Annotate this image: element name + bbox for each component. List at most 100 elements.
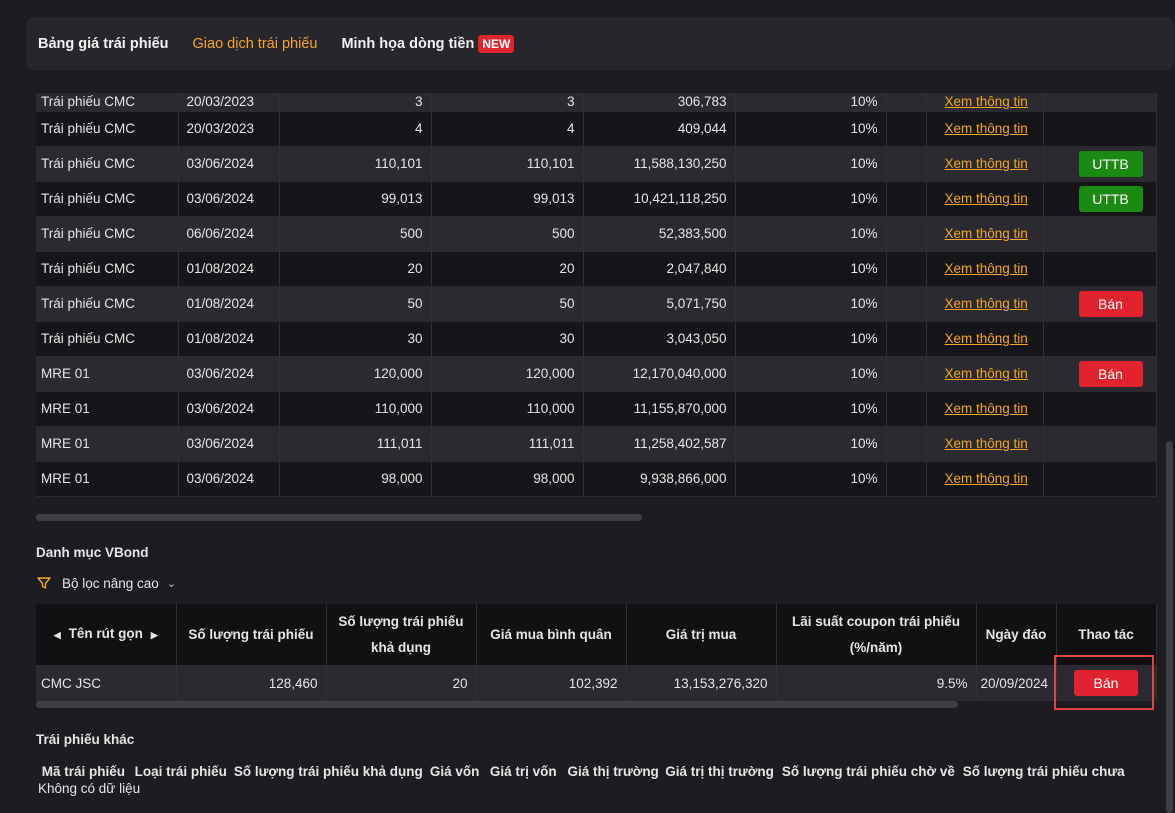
cell-action: [1043, 216, 1157, 252]
cell-date: 03/06/2024: [178, 391, 280, 427]
cell-rate: 10%: [735, 391, 887, 427]
other-bonds-section-title: Trái phiếu khác: [36, 732, 135, 747]
cell-spacer: [886, 181, 927, 217]
caret-left-icon[interactable]: ◀: [54, 630, 61, 640]
cell-spacer: [886, 391, 927, 427]
cell-available-quantity: 500: [431, 216, 584, 252]
view-info-link[interactable]: Xem thông tin: [945, 121, 1028, 136]
view-info-link[interactable]: Xem thông tin: [945, 401, 1028, 416]
cell-value: 12,170,040,000: [583, 356, 736, 392]
tab-bond-trading[interactable]: Giao dịch trái phiếu: [193, 36, 318, 52]
cell-bond-name: MRE 01: [36, 391, 179, 427]
table-row: Trái phiếu CMC 01/08/2024 30 30 3,043,050 10%…: [36, 321, 1157, 357]
funnel-icon: [37, 577, 51, 589]
chevron-down-icon: ⌄: [166, 577, 177, 590]
cell-info-link: Xem thông tin: [926, 426, 1044, 462]
table-row: Trái phiếu CMC 01/08/2024 20 20 2,047,840 10%…: [36, 251, 1157, 287]
cell-action: [1043, 251, 1157, 287]
column-header-maturity: Ngày đáo: [976, 604, 1057, 665]
cell-available-quantity: 110,101: [431, 146, 584, 182]
view-info-link[interactable]: Xem thông tin: [945, 471, 1028, 486]
cell-quantity: 110,101: [279, 146, 432, 182]
view-info-link[interactable]: Xem thông tin: [945, 261, 1028, 276]
advanced-filter-label: Bộ lọc nâng cao: [62, 575, 159, 591]
cell-date: 01/08/2024: [178, 321, 280, 357]
cell-available-quantity: 4: [431, 111, 584, 147]
highlight-box: [1054, 655, 1154, 710]
column-header: Giá trị vốn: [489, 764, 557, 779]
vbond-table-scrollbar[interactable]: [36, 701, 958, 708]
cell-rate: 10%: [735, 356, 887, 392]
view-info-link[interactable]: Xem thông tin: [945, 94, 1028, 109]
empty-state-text: Không có dữ liệu: [38, 781, 141, 796]
view-info-link[interactable]: Xem thông tin: [945, 156, 1028, 171]
table-row: MRE 01 03/06/2024 120,000 120,000 12,170,040…: [36, 356, 1157, 392]
cell-quantity: 50: [279, 286, 432, 322]
cell-date: 03/06/2024: [178, 426, 280, 462]
cell-spacer: [886, 216, 927, 252]
view-info-link[interactable]: Xem thông tin: [945, 436, 1028, 451]
other-bonds-table: Mã trái phiếu Loại trái phiếu Số lượng trá…: [36, 762, 1156, 813]
column-header-available: Số lượng trái phiếu khả dụng: [326, 604, 477, 665]
cell-quantity: 3: [279, 93, 432, 112]
cell-action: [1043, 111, 1157, 147]
uttb-button[interactable]: UTTB: [1078, 185, 1143, 212]
sell-button[interactable]: Bán: [1078, 360, 1143, 387]
view-info-link[interactable]: Xem thông tin: [945, 296, 1028, 311]
column-header-coupon: Lãi suất coupon trái phiếu (%/năm): [776, 604, 977, 665]
table-row: Trái phiếu CMC 01/08/2024 50 50 5,071,750 10%…: [36, 286, 1157, 322]
column-header: Giá vốn: [429, 764, 480, 779]
cell-action: [1043, 321, 1157, 357]
cell-date: 20/03/2023: [178, 93, 280, 112]
sell-button[interactable]: Bán: [1078, 290, 1143, 317]
cell-bond-name: Trái phiếu CMC: [36, 146, 179, 182]
cell-info-link: Xem thông tin: [926, 146, 1044, 182]
view-info-link[interactable]: Xem thông tin: [945, 191, 1028, 206]
table-row: Trái phiếu CMC 20/03/2023 3 3 306,783 10% Xem …: [36, 93, 1157, 112]
table-row: Trái phiếu CMC 06/06/2024 500 500 52,383,500…: [36, 216, 1157, 252]
cell-quantity: 110,000: [279, 391, 432, 427]
coupon-header-line1: Lãi suất coupon trái phiếu: [791, 613, 960, 629]
cell-quantity: 111,011: [279, 426, 432, 462]
view-info-link[interactable]: Xem thông tin: [945, 366, 1028, 381]
view-info-link[interactable]: Xem thông tin: [945, 226, 1028, 241]
cell-quantity: 20: [279, 251, 432, 287]
cell-value: 409,044: [583, 111, 736, 147]
cell-bond-name: MRE 01: [36, 356, 179, 392]
cell-value: 52,383,500: [583, 216, 736, 252]
cell-maturity: 20/09/2024: [976, 665, 1057, 701]
cell-value: 5,071,750: [583, 286, 736, 322]
advanced-filter-toggle[interactable]: Bộ lọc nâng cao ⌄: [36, 575, 176, 591]
view-info-link[interactable]: Xem thông tin: [945, 331, 1028, 346]
cell-spacer: [886, 321, 927, 357]
cell-info-link: Xem thông tin: [926, 286, 1044, 322]
cell-action: Bán: [1043, 356, 1157, 392]
cell-value: 10,421,118,250: [583, 181, 736, 217]
cell-action: [1043, 391, 1157, 427]
cell-rate: 10%: [735, 93, 887, 112]
cell-bond-name: Trái phiếu CMC: [36, 321, 179, 357]
cell-date: 03/06/2024: [178, 356, 280, 392]
cell-quantity: 4: [279, 111, 432, 147]
cell-info-link: Xem thông tin: [926, 251, 1044, 287]
cell-value: 11,258,402,587: [583, 426, 736, 462]
cell-buy-value: 13,153,276,320: [626, 665, 777, 701]
cell-action: [1043, 461, 1157, 497]
column-header: Giá thị trường: [567, 764, 659, 779]
cell-quantity: 128,460: [176, 665, 327, 701]
cell-spacer: [886, 286, 927, 322]
tab-bond-price-board[interactable]: Bảng giá trái phiếu: [38, 36, 169, 52]
page-scrollbar[interactable]: [1166, 441, 1173, 813]
column-header-short-name[interactable]: ◀ Tên rút gọn ▶: [36, 604, 177, 665]
upper-table-scrollbar[interactable]: [36, 514, 642, 521]
uttb-button[interactable]: UTTB: [1078, 150, 1143, 177]
cell-rate: 10%: [735, 216, 887, 252]
cell-available: 20: [326, 665, 477, 701]
cell-available-quantity: 98,000: [431, 461, 584, 497]
cell-available-quantity: 99,013: [431, 181, 584, 217]
table-row: MRE 01 03/06/2024 98,000 98,000 9,938,866,00…: [36, 461, 1157, 497]
cell-bond-name: Trái phiếu CMC: [36, 251, 179, 287]
caret-right-icon[interactable]: ▶: [151, 630, 158, 640]
tab-cashflow-illustration[interactable]: Minh họa dòng tiền NEW: [341, 34, 515, 53]
column-header: Giá trị thị trường: [665, 764, 774, 779]
